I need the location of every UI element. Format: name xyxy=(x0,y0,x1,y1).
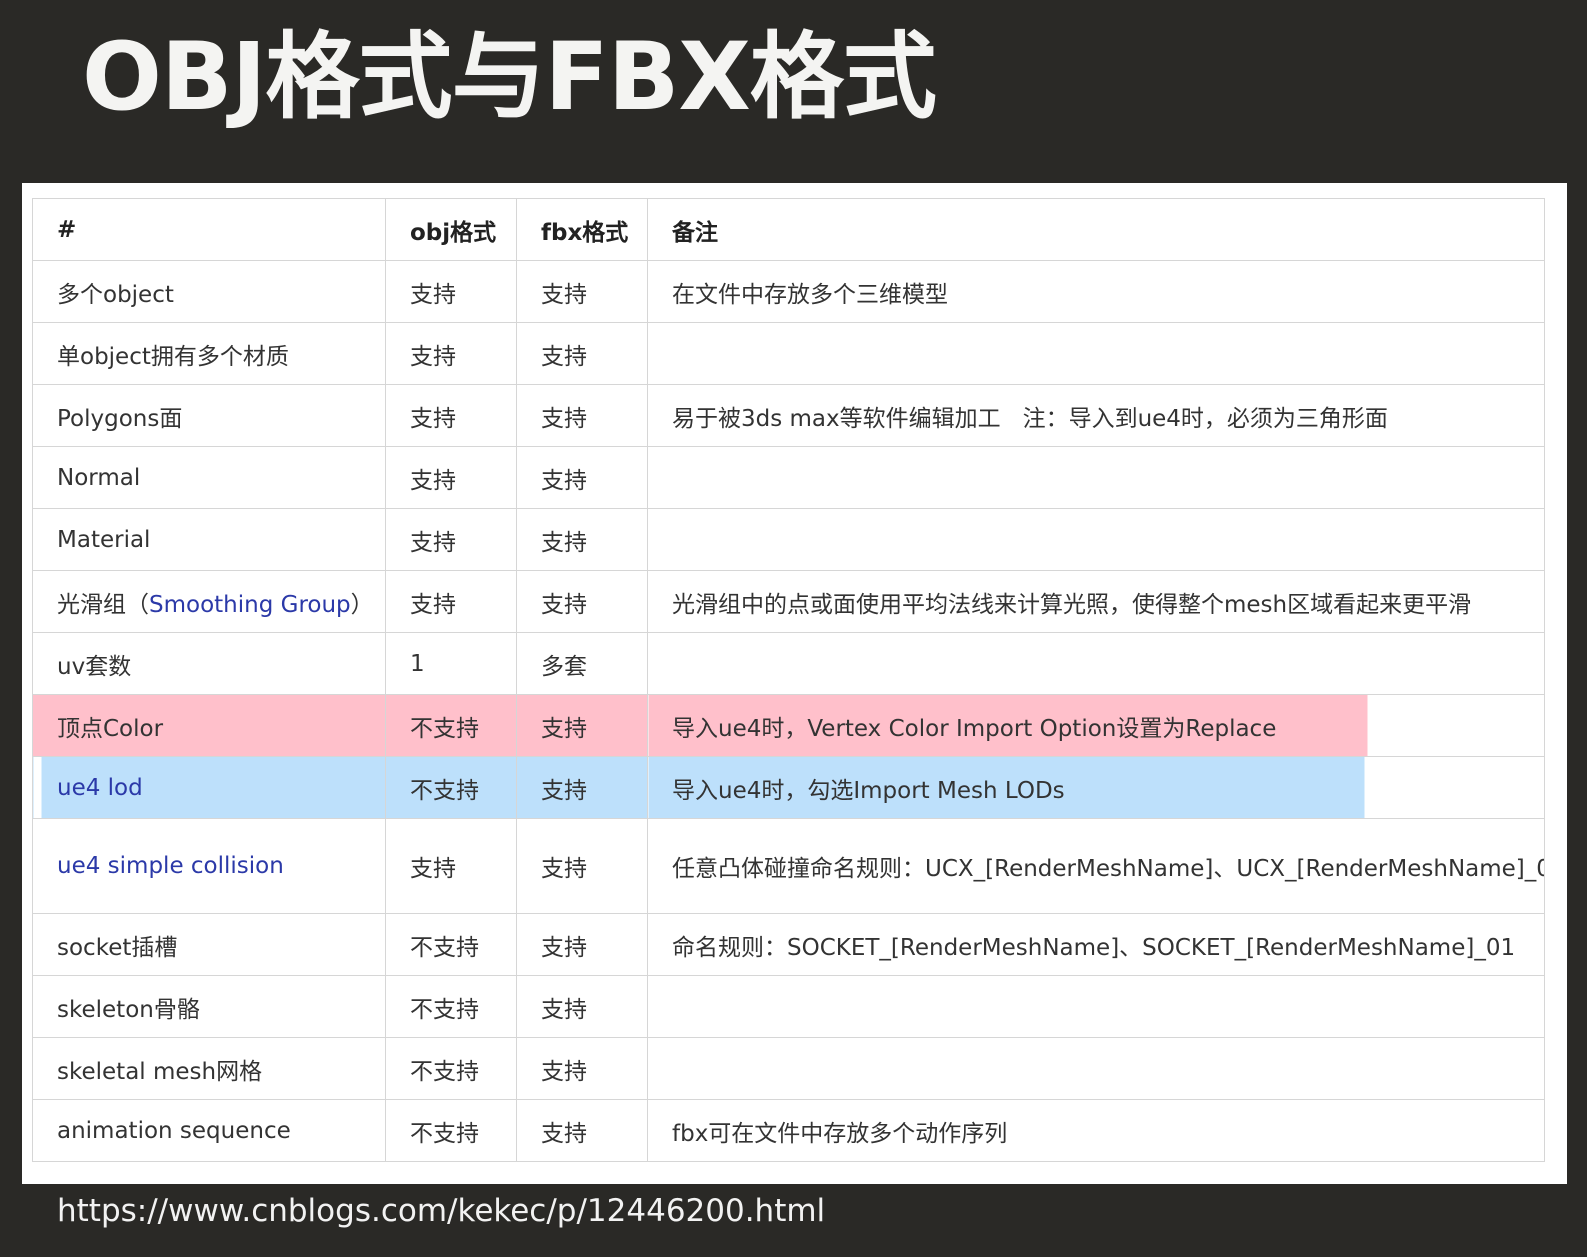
fbx-support-cell: 支持 xyxy=(516,260,648,323)
note-cell: 导入ue4时，Vertex Color Import Option设置为Repl… xyxy=(647,694,1545,757)
table-row: skeletal mesh网格 不支持 支持 xyxy=(32,1037,1545,1100)
feature-cell: Normal xyxy=(32,446,386,509)
ue4-simple-collision-link[interactable]: ue4 simple collision xyxy=(32,818,386,914)
header-fbx: fbx格式 xyxy=(516,198,648,261)
note-cell: 易于被3ds max等软件编辑加工 注：导入到ue4时，必须为三角形面 xyxy=(647,384,1545,447)
obj-support-cell: 不支持 xyxy=(385,756,517,819)
fbx-support-cell: 支持 xyxy=(516,322,648,385)
table-row-highlight-blue: ue4 lod 不支持 支持 导入ue4时，勾选Import Mesh LODs xyxy=(32,756,1545,819)
fbx-support-cell: 多套 xyxy=(516,632,648,695)
smoothing-group-link[interactable]: Smoothing Group xyxy=(149,592,351,618)
table-header-row: # obj格式 fbx格式 备注 xyxy=(32,198,1545,261)
fbx-support-cell: 支持 xyxy=(516,570,648,633)
obj-support-cell: 不支持 xyxy=(385,913,517,976)
note-cell xyxy=(647,508,1545,571)
table-row: skeleton骨骼 不支持 支持 xyxy=(32,975,1545,1038)
obj-support-cell: 不支持 xyxy=(385,975,517,1038)
feature-cell: uv套数 xyxy=(32,632,386,695)
table-row: 光滑组（Smoothing Group） 支持 支持 光滑组中的点或面使用平均法… xyxy=(32,570,1545,633)
note-cell: 任意凸体碰撞命名规则：UCX_[RenderMeshName]、UCX_[Ren… xyxy=(647,818,1545,914)
table-row: uv套数 1 多套 xyxy=(32,632,1545,695)
table-row-highlight-pink: 顶点Color 不支持 支持 导入ue4时，Vertex Color Impor… xyxy=(32,694,1545,757)
note-cell xyxy=(647,446,1545,509)
fbx-support-cell: 支持 xyxy=(516,756,648,819)
fbx-support-cell: 支持 xyxy=(516,694,648,757)
ue4-lod-link[interactable]: ue4 lod xyxy=(32,756,386,819)
fbx-support-cell: 支持 xyxy=(516,1099,648,1162)
note-cell xyxy=(647,632,1545,695)
table-row: ue4 simple collision 支持 支持 任意凸体碰撞命名规则：UC… xyxy=(32,818,1545,914)
obj-support-cell: 支持 xyxy=(385,818,517,914)
table-row: animation sequence 不支持 支持 fbx可在文件中存放多个动作… xyxy=(32,1099,1545,1162)
fbx-support-cell: 支持 xyxy=(516,1037,648,1100)
feature-prefix: 光滑组（ xyxy=(57,591,149,618)
obj-support-cell: 不支持 xyxy=(385,1099,517,1162)
feature-cell: skeleton骨骼 xyxy=(32,975,386,1038)
obj-support-cell: 支持 xyxy=(385,384,517,447)
table-row: Material 支持 支持 xyxy=(32,508,1545,571)
table-row: 单object拥有多个材质 支持 支持 xyxy=(32,322,1545,385)
note-cell xyxy=(647,975,1545,1038)
feature-cell: skeletal mesh网格 xyxy=(32,1037,386,1100)
feature-suffix: ） xyxy=(350,591,374,618)
obj-support-cell: 支持 xyxy=(385,570,517,633)
obj-support-cell: 支持 xyxy=(385,508,517,571)
comparison-table: # obj格式 fbx格式 备注 多个object 支持 支持 在文件中存放多个… xyxy=(32,198,1545,1162)
fbx-support-cell: 支持 xyxy=(516,508,648,571)
table-row: 多个object 支持 支持 在文件中存放多个三维模型 xyxy=(32,260,1545,323)
table-row: Polygons面 支持 支持 易于被3ds max等软件编辑加工 注：导入到u… xyxy=(32,384,1545,447)
feature-cell: Polygons面 xyxy=(32,384,386,447)
slide-title: OBJ格式与FBX格式 xyxy=(82,23,937,132)
note-cell: 导入ue4时，勾选Import Mesh LODs xyxy=(647,756,1545,819)
table-panel: # obj格式 fbx格式 备注 多个object 支持 支持 在文件中存放多个… xyxy=(22,183,1567,1184)
fbx-support-cell: 支持 xyxy=(516,975,648,1038)
note-cell: 光滑组中的点或面使用平均法线来计算光照，使得整个mesh区域看起来更平滑 xyxy=(647,570,1545,633)
table-row: socket插槽 不支持 支持 命名规则：SOCKET_[RenderMeshN… xyxy=(32,913,1545,976)
fbx-support-cell: 支持 xyxy=(516,913,648,976)
header-hash: # xyxy=(32,198,386,261)
table-row: Normal 支持 支持 xyxy=(32,446,1545,509)
fbx-support-cell: 支持 xyxy=(516,446,648,509)
obj-support-cell: 支持 xyxy=(385,260,517,323)
note-cell: 在文件中存放多个三维模型 xyxy=(647,260,1545,323)
feature-cell: animation sequence xyxy=(32,1099,386,1162)
feature-cell: 顶点Color xyxy=(32,694,386,757)
obj-support-cell: 1 xyxy=(385,632,517,695)
obj-support-cell: 不支持 xyxy=(385,1037,517,1100)
feature-cell: 多个object xyxy=(32,260,386,323)
fbx-support-cell: 支持 xyxy=(516,384,648,447)
note-cell: 命名规则：SOCKET_[RenderMeshName]、SOCKET_[Ren… xyxy=(647,913,1545,976)
feature-cell: socket插槽 xyxy=(32,913,386,976)
source-url-link[interactable]: https://www.cnblogs.com/kekec/p/12446200… xyxy=(57,1193,825,1229)
note-cell xyxy=(647,322,1545,385)
header-obj: obj格式 xyxy=(385,198,517,261)
header-note: 备注 xyxy=(647,198,1545,261)
note-cell: fbx可在文件中存放多个动作序列 xyxy=(647,1099,1545,1162)
feature-cell: 单object拥有多个材质 xyxy=(32,322,386,385)
obj-support-cell: 支持 xyxy=(385,446,517,509)
obj-support-cell: 不支持 xyxy=(385,694,517,757)
feature-cell: 光滑组（Smoothing Group） xyxy=(32,570,386,633)
fbx-support-cell: 支持 xyxy=(516,818,648,914)
feature-cell: Material xyxy=(32,508,386,571)
obj-support-cell: 支持 xyxy=(385,322,517,385)
note-cell xyxy=(647,1037,1545,1100)
